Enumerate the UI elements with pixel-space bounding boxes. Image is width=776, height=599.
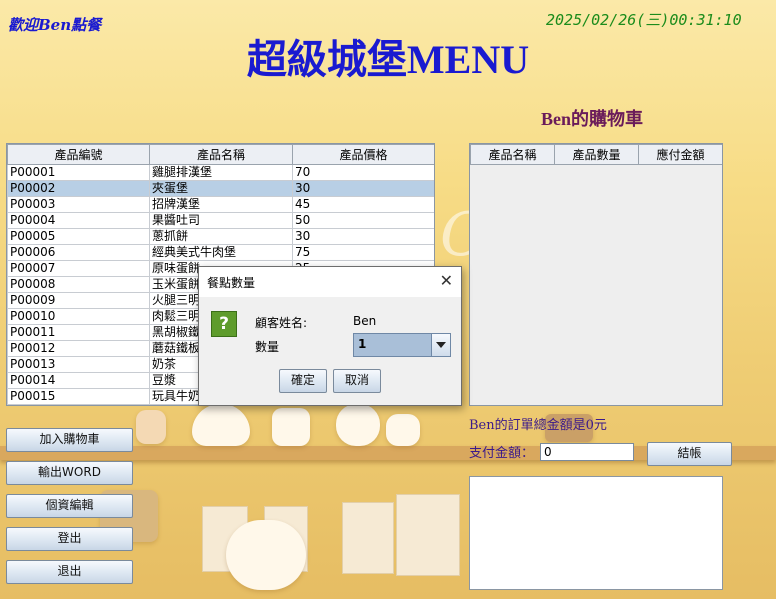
exit-button[interactable]: 退出 <box>6 560 133 584</box>
background-cup <box>336 404 380 446</box>
product-name-cell: 經典美式牛肉堡 <box>149 244 293 261</box>
column-header-product-id[interactable]: 產品編號 <box>7 144 150 165</box>
product-price-cell: 45 <box>292 196 434 213</box>
product-id-cell: P00014 <box>7 372 150 389</box>
product-id-cell: P00013 <box>7 356 150 373</box>
datetime-display: 2025/02/26(三)00:31:10 <box>546 11 742 29</box>
table-row[interactable]: P00001 雞腿排漢堡 70 <box>7 164 434 181</box>
product-name-cell: 招牌漢堡 <box>149 196 293 213</box>
column-header-product-price[interactable]: 產品價格 <box>292 144 434 165</box>
product-id-cell: P00002 <box>7 180 150 197</box>
product-id-cell: P00010 <box>7 308 150 325</box>
background-box <box>342 502 394 574</box>
checkout-button[interactable]: 結帳 <box>647 442 732 466</box>
product-name-cell: 夾蛋堡 <box>149 180 293 197</box>
product-id-cell: P00005 <box>7 228 150 245</box>
product-name-cell: 果醬吐司 <box>149 212 293 229</box>
product-id-cell: P00009 <box>7 292 150 309</box>
product-id-cell: P00004 <box>7 212 150 229</box>
column-header-cart-product-name[interactable]: 產品名稱 <box>470 144 555 165</box>
column-header-cart-amount[interactable]: 應付金額 <box>638 144 722 165</box>
table-row[interactable]: P00002 夾蛋堡 30 <box>7 180 434 197</box>
product-price-cell: 50 <box>292 212 434 229</box>
page-title: 超級城堡MENU <box>246 37 530 82</box>
dialog-title-bar[interactable]: 餐點數量 ✕ <box>199 267 461 297</box>
background-cup <box>386 414 420 446</box>
product-price-cell: 75 <box>292 244 434 261</box>
product-id-cell: P00008 <box>7 276 150 293</box>
cart-title: Ben的購物車 <box>541 109 644 129</box>
confirm-button[interactable]: 確定 <box>279 369 327 393</box>
background-jar <box>136 410 166 444</box>
cancel-button[interactable]: 取消 <box>333 369 381 393</box>
product-id-cell: P00001 <box>7 164 150 181</box>
product-table-header: 產品編號 產品名稱 產品價格 <box>7 144 434 165</box>
quantity-label: 數量 <box>255 340 280 354</box>
cart-table[interactable]: 產品名稱 產品數量 應付金額 <box>470 144 722 165</box>
quantity-dialog[interactable]: 餐點數量 ✕ ? 顧客姓名: Ben 數量 1 確定 取消 <box>198 266 462 406</box>
cart-table-panel[interactable]: 產品名稱 產品數量 應付金額 <box>469 143 723 406</box>
add-to-cart-button[interactable]: 加入購物車 <box>6 428 133 452</box>
product-id-cell: P00007 <box>7 260 150 277</box>
question-icon: ? <box>211 311 237 337</box>
product-name-cell: 蔥抓餅 <box>149 228 293 245</box>
quantity-select[interactable]: 1 <box>353 333 451 357</box>
table-row[interactable]: P00004 果醬吐司 50 <box>7 212 434 229</box>
product-id-cell: P00011 <box>7 324 150 341</box>
background-figure <box>226 520 306 590</box>
product-name-cell: 雞腿排漢堡 <box>149 164 293 181</box>
customer-name-label: 顧客姓名: <box>255 316 308 330</box>
product-price-cell: 30 <box>292 228 434 245</box>
chevron-down-icon[interactable] <box>431 334 450 356</box>
product-id-cell: P00003 <box>7 196 150 213</box>
product-id-cell: P00012 <box>7 340 150 357</box>
dialog-title: 餐點數量 <box>207 276 256 290</box>
order-total-text: Ben的訂單總金額是0元 <box>469 418 607 433</box>
table-row[interactable]: P00005 蔥抓餅 30 <box>7 228 434 245</box>
cart-table-header: 產品名稱 產品數量 應付金額 <box>470 144 722 165</box>
product-price-cell: 30 <box>292 180 434 197</box>
receipt-text-area[interactable] <box>469 476 723 590</box>
close-icon[interactable]: ✕ <box>440 271 453 290</box>
payment-input[interactable]: 0 <box>540 443 634 461</box>
logout-button[interactable]: 登出 <box>6 527 133 551</box>
column-header-cart-quantity[interactable]: 產品數量 <box>554 144 639 165</box>
background-cup <box>192 404 250 446</box>
background-cup <box>272 408 310 446</box>
column-header-product-name[interactable]: 產品名稱 <box>149 144 293 165</box>
export-word-button[interactable]: 輸出WORD <box>6 461 133 485</box>
customer-name-value: Ben <box>353 314 377 328</box>
table-row[interactable]: P00003 招牌漢堡 45 <box>7 196 434 213</box>
product-id-cell: P00006 <box>7 244 150 261</box>
table-row[interactable]: P00006 經典美式牛肉堡 75 <box>7 244 434 261</box>
product-id-cell: P00015 <box>7 388 150 405</box>
welcome-text: 歡迎Ben點餐 <box>8 16 102 34</box>
product-price-cell: 70 <box>292 164 434 181</box>
edit-profile-button[interactable]: 個資編輯 <box>6 494 133 518</box>
quantity-selected-value: 1 <box>358 337 367 351</box>
background-box <box>396 494 460 576</box>
payment-label: 支付金額： <box>469 446 535 461</box>
